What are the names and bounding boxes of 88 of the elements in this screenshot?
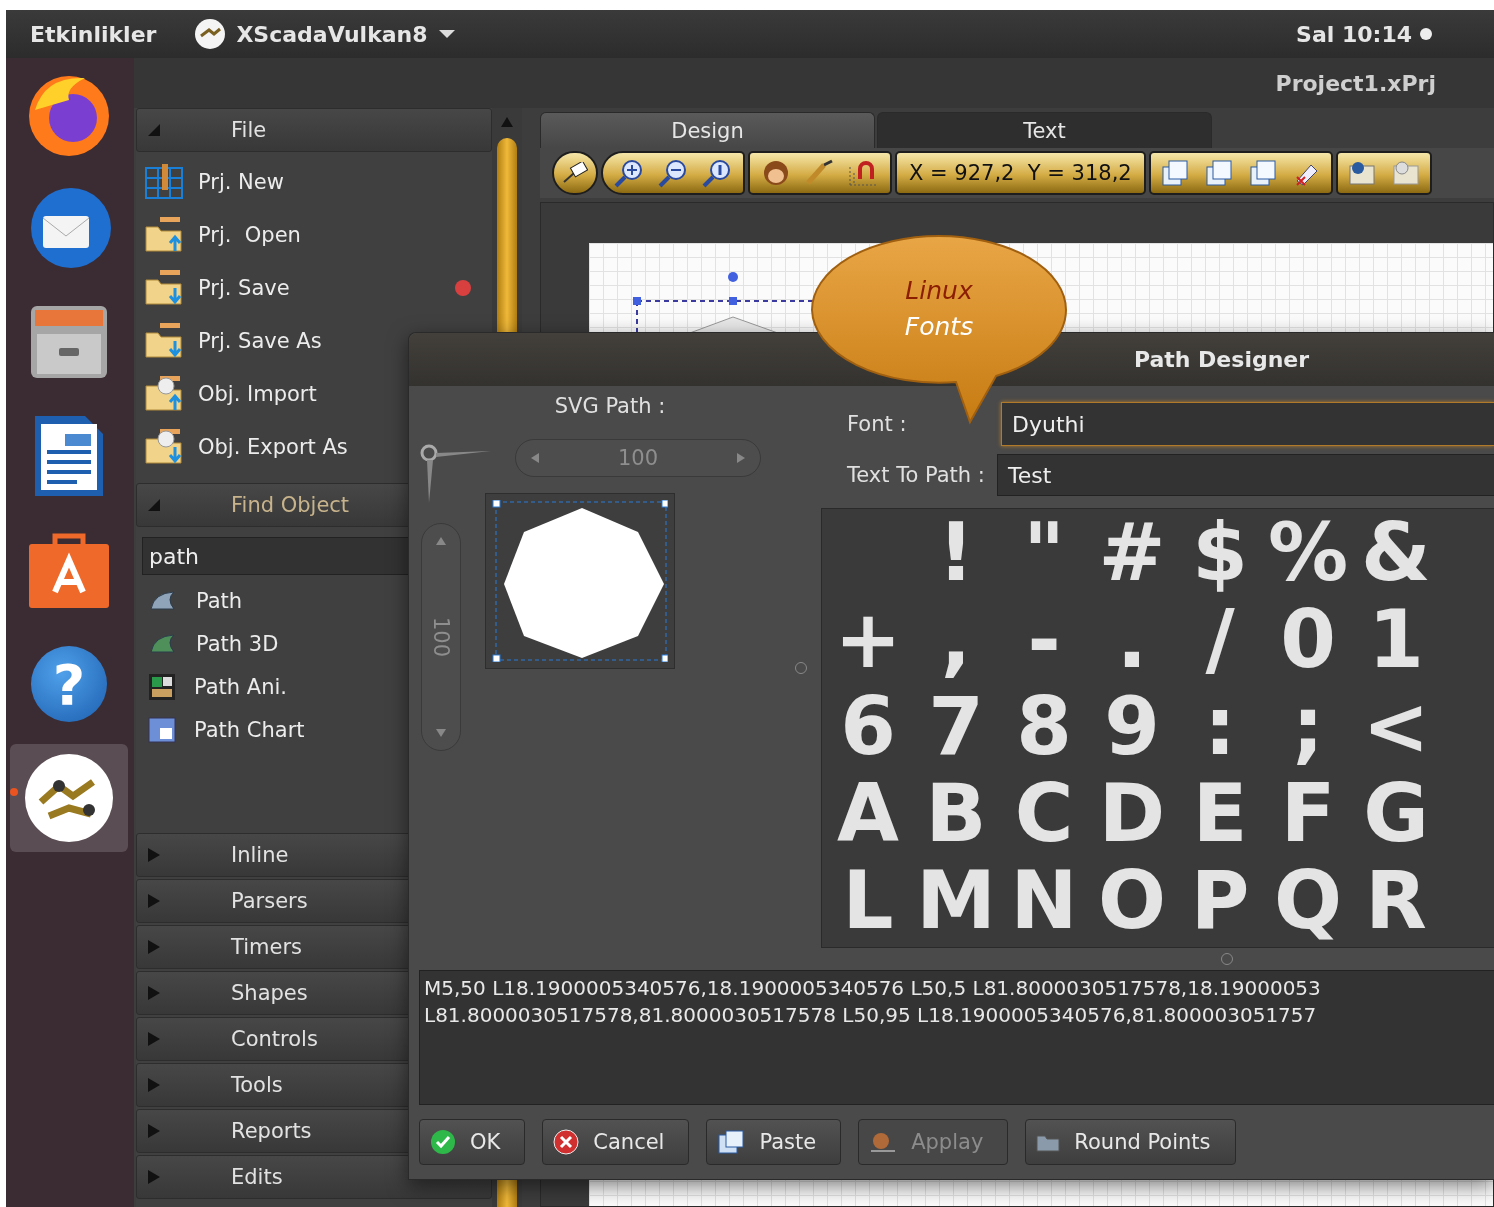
- glyph[interactable]: 9: [1088, 683, 1176, 770]
- svg-path-field[interactable]: M5,50 L18.1900005340576,18.1900005340576 L50,5 L81.8000030517578,18.19000053 L81.8000030517578,81.8000030517578 L50,95 L18.1900005340576,81.800003051757: [419, 969, 1494, 1105]
- paste-icon: [717, 1129, 746, 1155]
- clock[interactable]: Sal 10:14: [1296, 21, 1412, 47]
- collapse-toggle-icon[interactable]: [147, 498, 161, 512]
- glyph[interactable]: M: [912, 857, 1000, 944]
- glyph[interactable]: :: [1176, 683, 1264, 770]
- field-label: Text To Path :: [847, 463, 986, 487]
- glyph[interactable]: R: [1352, 857, 1440, 944]
- glyph[interactable]: %: [1264, 509, 1352, 596]
- glyph[interactable]: P: [1176, 857, 1264, 944]
- menu-item[interactable]: Prj. New: [136, 155, 492, 208]
- document-copy-icon[interactable]: [1160, 159, 1189, 187]
- zoom-reset-icon[interactable]: [701, 158, 733, 188]
- expand-toggle-icon[interactable]: [147, 893, 161, 909]
- dialog-button[interactable]: Paste: [706, 1119, 842, 1165]
- expand-toggle-icon[interactable]: [147, 847, 161, 863]
- glyph[interactable]: 7: [912, 683, 1000, 770]
- dialog-button[interactable]: Cancel: [542, 1119, 690, 1165]
- glyph[interactable]: $: [1176, 509, 1264, 596]
- expand-toggle-icon[interactable]: [147, 939, 161, 955]
- menu-item[interactable]: Prj. Open: [136, 208, 492, 261]
- glyph[interactable]: &: [1352, 509, 1440, 596]
- glyph[interactable]: .: [1088, 596, 1176, 683]
- glyph[interactable]: <: [1352, 683, 1440, 770]
- glyph[interactable]: 0: [1264, 596, 1352, 683]
- glyph[interactable]: F: [1264, 770, 1352, 857]
- glyph[interactable]: -: [1000, 596, 1088, 683]
- menu-item[interactable]: Obj. Export As: [136, 420, 492, 473]
- font-field[interactable]: Dyuthi: [1001, 402, 1494, 446]
- glyph[interactable]: +: [824, 596, 912, 683]
- status-dot-icon: [1420, 28, 1432, 40]
- section-header[interactable]: File: [136, 108, 492, 152]
- expand-toggle-icon[interactable]: [147, 1123, 161, 1139]
- dock-item-highlight[interactable]: [10, 744, 128, 852]
- chart-film-icon: [148, 672, 176, 701]
- arrow-down-icon[interactable]: [435, 728, 447, 738]
- window-title: Project1.xPrj: [1275, 70, 1436, 96]
- glyph[interactable]: ": [1000, 509, 1088, 596]
- arrow-right-icon[interactable]: [736, 452, 746, 464]
- glyph[interactable]: B: [912, 770, 1000, 857]
- glyph[interactable]: C: [1000, 770, 1088, 857]
- dialog-button[interactable]: Round Points: [1025, 1119, 1236, 1165]
- tab[interactable]: Text: [877, 112, 1212, 148]
- grid-icon: [144, 161, 186, 202]
- zoom-in-icon[interactable]: [613, 158, 645, 188]
- running-indicator-dot: [10, 788, 18, 796]
- glyph[interactable]: D: [1088, 770, 1176, 857]
- glyph[interactable]: #: [1088, 509, 1176, 596]
- glyph[interactable]: 8: [1000, 683, 1088, 770]
- field-label: SVG Path :: [553, 394, 666, 418]
- expand-toggle-icon[interactable]: [147, 1031, 161, 1047]
- glyph[interactable]: E: [1176, 770, 1264, 857]
- glyph[interactable]: ;: [1264, 683, 1352, 770]
- menu-item[interactable]: Prj. Save: [136, 261, 492, 314]
- image-frame-icon: [148, 716, 176, 743]
- glyph[interactable]: !: [912, 509, 1000, 596]
- glyph[interactable]: N: [1000, 857, 1088, 944]
- glyph[interactable]: A: [824, 770, 912, 857]
- app-logo-icon: [194, 18, 227, 50]
- cancel-icon: [553, 1129, 580, 1155]
- glyph[interactable]: 6: [824, 683, 912, 770]
- field-label: Font :: [847, 412, 908, 436]
- arrow-up-icon[interactable]: [435, 536, 447, 546]
- checkmark-icon: [430, 1129, 456, 1155]
- document-copy-icon[interactable]: [1204, 159, 1233, 187]
- collapse-toggle-icon[interactable]: [147, 123, 161, 137]
- glyph[interactable]: Q: [1264, 857, 1352, 944]
- activities-button[interactable]: Etkinlikler: [30, 21, 157, 47]
- arrow-left-icon[interactable]: [530, 452, 540, 464]
- glyph[interactable]: L: [824, 857, 912, 944]
- zoom-out-icon[interactable]: [657, 158, 689, 188]
- expand-toggle-icon[interactable]: [147, 1169, 161, 1185]
- app-menu-label[interactable]: XScadaVulkan8: [236, 21, 428, 47]
- expand-toggle-icon[interactable]: [147, 1077, 161, 1093]
- glyph[interactable]: O: [1088, 857, 1176, 944]
- caret-icon[interactable]: [437, 29, 456, 39]
- coordinates-readout: X = 927,2 Y = 318,2: [909, 161, 1132, 185]
- glyph[interactable]: ,: [912, 596, 1000, 683]
- glyph[interactable]: 1: [1352, 596, 1440, 683]
- document-copy-icon[interactable]: [1248, 159, 1277, 187]
- dialog-button[interactable]: OK: [419, 1119, 526, 1165]
- tab[interactable]: Design: [540, 112, 875, 148]
- glyph[interactable]: /: [1176, 596, 1264, 683]
- text-field[interactable]: Test: [997, 454, 1494, 496]
- expand-toggle-icon[interactable]: [147, 985, 161, 1001]
- callout-text: Linux: [904, 276, 974, 305]
- glyph[interactable]: G: [1352, 770, 1440, 857]
